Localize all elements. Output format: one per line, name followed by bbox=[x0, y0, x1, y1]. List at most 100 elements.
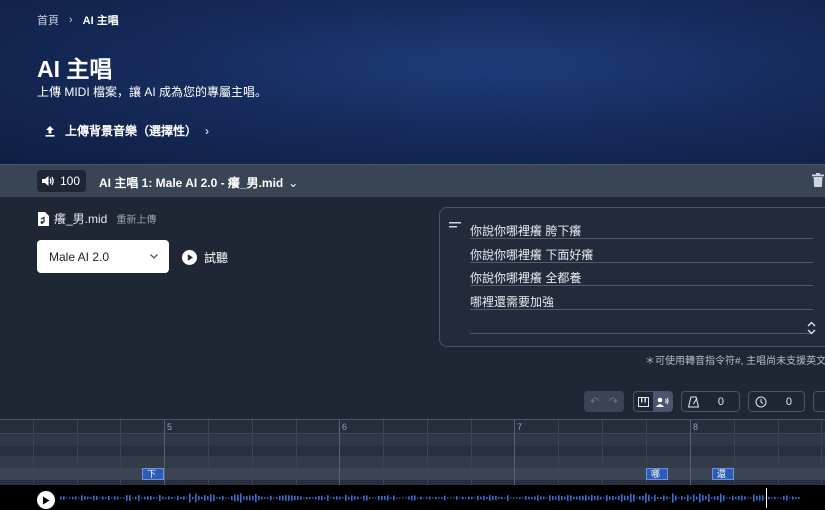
waveform-bar bbox=[510, 497, 512, 499]
waveform-bar bbox=[609, 496, 611, 500]
waveform-bar bbox=[72, 496, 74, 500]
voice-model-selected: Male AI 2.0 bbox=[49, 249, 110, 264]
lyric-line[interactable] bbox=[470, 311, 813, 334]
bpm-field[interactable]: 0 bbox=[681, 391, 740, 412]
waveform-bar bbox=[474, 497, 476, 499]
waveform-bar bbox=[426, 497, 428, 499]
piano-roll-view-button[interactable] bbox=[634, 392, 653, 411]
voice-model-select[interactable]: Male AI 2.0 bbox=[37, 240, 169, 273]
waveform-bar bbox=[66, 497, 68, 499]
lyrics-editor[interactable]: 你說你哪裡癢 胯下癢 你說你哪裡癢 下面好癢 你說你哪裡癢 全都養 哪裡還需要加… bbox=[439, 207, 825, 347]
lyric-line[interactable]: 哪裡還需要加強 bbox=[470, 287, 813, 310]
trash-icon[interactable] bbox=[812, 173, 824, 187]
waveform-bar bbox=[258, 495, 260, 501]
waveform-bar bbox=[555, 496, 557, 500]
chevron-up-down-icon[interactable] bbox=[807, 321, 816, 335]
waveform-bar bbox=[60, 496, 62, 500]
waveform-bar bbox=[204, 495, 206, 501]
waveform-bar bbox=[417, 497, 419, 499]
waveform-bar bbox=[390, 497, 392, 499]
bar-number: 7 bbox=[517, 422, 523, 432]
waveform-bar bbox=[171, 497, 173, 499]
lyric-line[interactable]: 你說你哪裡癢 下面好癢 bbox=[470, 240, 813, 263]
waveform-bar bbox=[558, 495, 560, 501]
waveform-bar bbox=[222, 495, 224, 501]
waveform-bar bbox=[639, 496, 641, 500]
waveform-bar bbox=[492, 495, 494, 501]
lyric-line[interactable]: 你說你哪裡癢 全都養 bbox=[470, 263, 813, 286]
waveform-bar bbox=[633, 494, 635, 502]
lyric-line[interactable]: 你說你哪裡癢 胯下癢 bbox=[470, 216, 813, 239]
waveform-bar bbox=[693, 494, 695, 502]
waveform-bar bbox=[252, 495, 254, 501]
waveform-bar bbox=[393, 495, 395, 501]
more-options-button[interactable] bbox=[813, 391, 825, 412]
waveform-bar bbox=[81, 495, 83, 501]
breadcrumb-current: AI 主唱 bbox=[82, 15, 119, 27]
waveform[interactable] bbox=[60, 489, 805, 507]
undo-icon[interactable]: ↶ bbox=[590, 395, 599, 408]
waveform-bar bbox=[783, 495, 785, 501]
waveform-bar bbox=[477, 495, 479, 501]
note-block[interactable]: 還 bbox=[712, 468, 734, 480]
waveform-bar bbox=[138, 495, 140, 501]
waveform-bar bbox=[354, 496, 356, 500]
waveform-bar bbox=[741, 495, 743, 501]
bar-ruler: 5 6 7 8 bbox=[0, 420, 825, 434]
breadcrumb-home[interactable]: 首頁 bbox=[37, 12, 59, 28]
waveform-bar bbox=[348, 496, 350, 500]
note-block[interactable]: 下 bbox=[142, 468, 164, 480]
offset-field[interactable]: 0 bbox=[748, 391, 805, 412]
volume-control[interactable]: 100 bbox=[37, 170, 87, 192]
waveform-bar bbox=[432, 497, 434, 499]
waveform-bar bbox=[678, 497, 680, 499]
waveform-bar bbox=[465, 497, 467, 499]
waveform-bar bbox=[573, 496, 575, 500]
preview-button[interactable]: 試聽 bbox=[182, 249, 228, 266]
waveform-bar bbox=[201, 496, 203, 500]
waveform-bar bbox=[690, 496, 692, 500]
waveform-bar bbox=[603, 497, 605, 499]
waveform-bar bbox=[168, 496, 170, 500]
waveform-bar bbox=[177, 495, 179, 501]
waveform-bar bbox=[687, 494, 689, 502]
waveform-bar bbox=[771, 497, 773, 499]
waveform-bar bbox=[459, 497, 461, 499]
waveform-bar bbox=[600, 496, 602, 500]
waveform-bar bbox=[420, 496, 422, 500]
waveform-bar bbox=[135, 496, 137, 500]
track-title-dropdown[interactable]: AI 主唱 1: Male AI 2.0 - 癢_男.mid ⌄ bbox=[99, 174, 298, 191]
piano-roll[interactable]: 5 6 7 8 下 哪 還 bbox=[0, 419, 825, 485]
waveform-bar bbox=[585, 495, 587, 501]
waveform-bar bbox=[684, 497, 686, 499]
waveform-bar bbox=[735, 496, 737, 500]
note-block[interactable]: 哪 bbox=[646, 468, 668, 480]
playhead[interactable] bbox=[766, 488, 767, 508]
waveform-bar bbox=[750, 497, 752, 499]
waveform-bar bbox=[744, 496, 746, 500]
waveform-bar bbox=[276, 497, 278, 499]
redo-icon[interactable]: ↷ bbox=[609, 395, 618, 408]
upload-background-music-label: 上傳背景音樂（選擇性） bbox=[65, 124, 198, 138]
waveform-bar bbox=[153, 497, 155, 499]
waveform-bar bbox=[189, 493, 191, 503]
waveform-bar bbox=[495, 496, 497, 500]
waveform-bar bbox=[468, 496, 470, 500]
waveform-bar bbox=[267, 497, 269, 499]
undo-redo-group: ↶ ↷ bbox=[584, 391, 624, 412]
waveform-bar bbox=[486, 496, 488, 500]
waveform-bar bbox=[498, 497, 500, 499]
waveform-bar bbox=[411, 495, 413, 501]
waveform-bar bbox=[453, 497, 455, 499]
reupload-link[interactable]: 重新上傳 bbox=[116, 211, 156, 226]
waveform-bar bbox=[69, 497, 71, 499]
waveform-bar bbox=[786, 495, 788, 501]
waveform-bar bbox=[219, 496, 221, 500]
play-button[interactable] bbox=[37, 491, 55, 509]
speaker-icon bbox=[42, 176, 54, 186]
upload-background-music-button[interactable]: 上傳背景音樂（選擇性） › bbox=[44, 122, 209, 139]
waveform-bar bbox=[159, 495, 161, 501]
waveform-bar bbox=[645, 493, 647, 503]
vocal-view-button[interactable] bbox=[653, 392, 672, 411]
waveform-bar bbox=[591, 495, 593, 501]
